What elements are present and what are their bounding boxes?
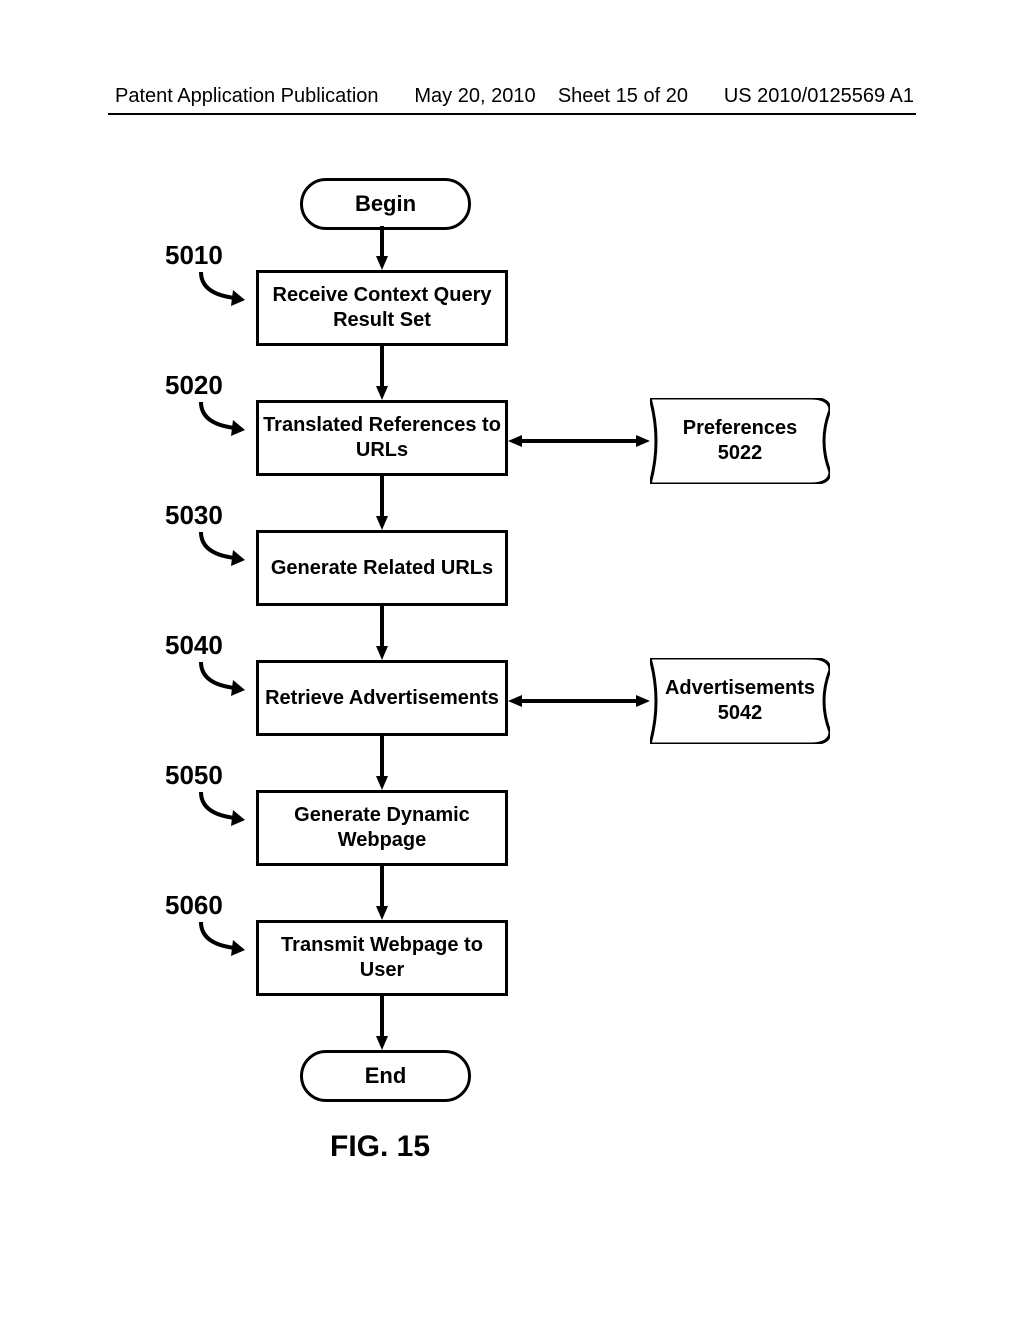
process-5010: Receive Context Query Result Set (256, 270, 508, 346)
process-5020-text: Translated References to URLs (263, 413, 501, 463)
arrow-down-icon (376, 226, 388, 270)
arrow-down-icon (376, 996, 388, 1050)
datastore-5042: Advertisements 5042 (650, 658, 830, 744)
figure-label: FIG. 15 (330, 1130, 430, 1164)
ref-5030: 5030 (165, 500, 223, 531)
ref-pointer-icon (195, 398, 255, 438)
ref-pointer-icon (195, 268, 255, 308)
terminator-begin: Begin (300, 178, 471, 230)
ref-5050: 5050 (165, 760, 223, 791)
datastore-5022: Preferences 5022 (650, 398, 830, 484)
page-header: Patent Application Publication May 20, 2… (0, 85, 1024, 108)
ref-pointer-icon (195, 788, 255, 828)
pub-date-text: May 20, 2010 (414, 85, 535, 107)
terminator-end: End (300, 1050, 471, 1102)
ref-5010: 5010 (165, 240, 223, 271)
datastore-5042-ref: 5042 (718, 702, 763, 724)
process-5050-text: Generate Dynamic Webpage (263, 803, 501, 853)
arrow-down-icon (376, 346, 388, 400)
ref-pointer-icon (195, 918, 255, 958)
process-5010-text: Receive Context Query Result Set (263, 283, 501, 333)
arrow-bidir-icon (508, 694, 650, 708)
terminator-begin-text: Begin (355, 191, 416, 217)
process-5030: Generate Related URLs (256, 530, 508, 606)
publication-label: Patent Application Publication (115, 85, 379, 108)
arrow-down-icon (376, 736, 388, 790)
publication-id: US 2010/0125569 A1 (724, 85, 914, 108)
process-5040: Retrieve Advertisements (256, 660, 508, 736)
header-rule (108, 113, 916, 115)
sheet-number: Sheet 15 of 20 (558, 85, 688, 107)
datastore-5022-ref: 5022 (718, 442, 763, 464)
ref-5060: 5060 (165, 890, 223, 921)
ref-pointer-icon (195, 528, 255, 568)
process-5030-text: Generate Related URLs (271, 556, 493, 581)
process-5050: Generate Dynamic Webpage (256, 790, 508, 866)
process-5060: Transmit Webpage to User (256, 920, 508, 996)
ref-5040: 5040 (165, 630, 223, 661)
ref-pointer-icon (195, 658, 255, 698)
process-5020: Translated References to URLs (256, 400, 508, 476)
datastore-5022-label: Preferences (683, 417, 798, 439)
arrow-down-icon (376, 476, 388, 530)
arrow-bidir-icon (508, 434, 650, 448)
ref-5020: 5020 (165, 370, 223, 401)
process-5040-text: Retrieve Advertisements (265, 686, 499, 711)
arrow-down-icon (376, 866, 388, 920)
process-5060-text: Transmit Webpage to User (263, 933, 501, 983)
publication-date: May 20, 2010 Sheet 15 of 20 (414, 85, 688, 108)
arrow-down-icon (376, 606, 388, 660)
terminator-end-text: End (365, 1063, 407, 1089)
datastore-5042-label: Advertisements (665, 677, 815, 699)
